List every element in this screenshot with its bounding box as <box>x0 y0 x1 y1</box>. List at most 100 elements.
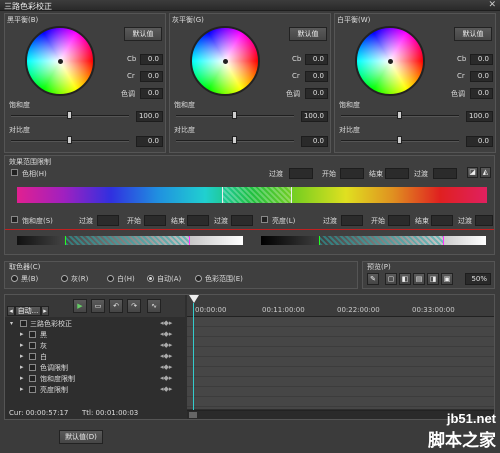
track-keys-icon[interactable]: ◂◆▸ <box>160 352 172 360</box>
saturation-value[interactable]: 100.0 <box>301 111 328 122</box>
picker-radio-2[interactable] <box>107 275 114 282</box>
hue-end-input[interactable] <box>385 168 409 179</box>
saturation-slider-thumb[interactable] <box>397 111 402 119</box>
track-root-checkbox[interactable] <box>20 320 27 327</box>
sat-transition-input[interactable] <box>97 215 119 226</box>
contrast-value[interactable]: 0.0 <box>301 136 328 147</box>
track-expand-icon[interactable]: ▸ <box>20 330 24 338</box>
track-row[interactable]: ▸ 色调限制 ◂◆▸ <box>10 363 190 373</box>
hue-value[interactable]: 0.0 <box>470 88 493 99</box>
track-row[interactable]: ▸ 灰 ◂◆▸ <box>10 341 190 351</box>
preview-mode-1-icon[interactable]: ▢ <box>385 273 397 285</box>
track-left-arrow-icon[interactable]: ◂ <box>7 306 15 316</box>
sat-start-input[interactable] <box>144 215 166 226</box>
luminance-gradient-bar[interactable] <box>261 236 486 245</box>
default-value-button[interactable]: 默认值 <box>124 27 162 41</box>
playhead-marker-icon[interactable] <box>189 295 199 303</box>
preview-mode-4-icon[interactable]: ◨ <box>427 273 439 285</box>
lum-end-input[interactable] <box>431 215 453 226</box>
hue-value[interactable]: 0.0 <box>140 88 163 99</box>
saturation-slider-thumb[interactable] <box>232 111 237 119</box>
hue-checkbox[interactable] <box>11 169 18 176</box>
wheel-center-handle[interactable] <box>223 59 228 64</box>
track-keys-icon[interactable]: ◂◆▸ <box>160 341 172 349</box>
cr-value[interactable]: 0.0 <box>305 71 328 82</box>
timeline-track-area[interactable] <box>187 317 494 409</box>
track-expand-icon[interactable]: ▸ <box>20 341 24 349</box>
track-root-expand-icon[interactable]: ▾ <box>10 320 16 327</box>
cb-value[interactable]: 0.0 <box>305 54 328 65</box>
saturation-value[interactable]: 100.0 <box>466 111 493 122</box>
default-value-button[interactable]: 默认值 <box>289 27 327 41</box>
track-right-arrow-icon[interactable]: ▸ <box>41 306 49 316</box>
contrast-value[interactable]: 0.0 <box>466 136 493 147</box>
track-row[interactable]: ▸ 白 ◂◆▸ <box>10 352 190 362</box>
track-keys-icon[interactable]: ◂◆▸ <box>160 385 172 393</box>
monitor-icon[interactable]: ▭ <box>91 299 105 313</box>
luminance-checkbox[interactable] <box>261 216 268 223</box>
wheel-center-handle[interactable] <box>58 59 63 64</box>
sat-transition2-input[interactable] <box>231 215 253 226</box>
graph-icon[interactable]: ∿ <box>147 299 161 313</box>
track-expand-icon[interactable]: ▸ <box>20 352 24 360</box>
track-expand-icon[interactable]: ▸ <box>20 374 24 382</box>
play-icon[interactable]: ▶ <box>73 299 87 313</box>
saturation-range-selector[interactable] <box>65 236 190 245</box>
wheel-center-handle[interactable] <box>388 59 393 64</box>
mode-icon-b[interactable]: ◭ <box>480 167 491 178</box>
cb-value[interactable]: 0.0 <box>140 54 163 65</box>
saturation-gradient-bar[interactable] <box>17 236 243 245</box>
color-wheel[interactable] <box>25 26 95 96</box>
cb-value[interactable]: 0.0 <box>470 54 493 65</box>
picker-radio-0[interactable] <box>11 275 18 282</box>
contrast-slider-thumb[interactable] <box>232 136 237 144</box>
track-checkbox[interactable] <box>29 342 36 349</box>
color-wheel[interactable] <box>355 26 425 96</box>
preview-mode-3-icon[interactable]: ▤ <box>413 273 425 285</box>
redo-icon[interactable]: ↷ <box>127 299 141 313</box>
timeline-ruler[interactable]: 00:00:00 00:11:00:00 00:22:00:00 00:33:00:0… <box>187 295 494 317</box>
contrast-slider-thumb[interactable] <box>67 136 72 144</box>
track-checkbox[interactable] <box>29 331 36 338</box>
color-wheel[interactable] <box>190 26 260 96</box>
cr-value[interactable]: 0.0 <box>470 71 493 82</box>
cr-value[interactable]: 0.0 <box>140 71 163 82</box>
track-expand-icon[interactable]: ▸ <box>20 363 24 371</box>
hue-start-input[interactable] <box>340 168 364 179</box>
picker-radio-3[interactable] <box>147 275 154 282</box>
lum-start-input[interactable] <box>388 215 410 226</box>
track-row[interactable]: ▸ 亮度限制 ◂◆▸ <box>10 385 190 395</box>
default-value-button[interactable]: 默认值 <box>454 27 492 41</box>
sat-end-input[interactable] <box>187 215 209 226</box>
track-root-row[interactable]: ▾ 三路色彩校正 ◂◆▸ <box>10 319 190 329</box>
track-checkbox[interactable] <box>29 353 36 360</box>
track-checkbox[interactable] <box>29 364 36 371</box>
track-checkbox[interactable] <box>29 375 36 382</box>
track-row[interactable]: ▸ 黑 ◂◆▸ <box>10 330 190 340</box>
preview-mode-2-icon[interactable]: ◧ <box>399 273 411 285</box>
lum-transition2-input[interactable] <box>475 215 493 226</box>
lum-transition-input[interactable] <box>341 215 363 226</box>
scrollbar-thumb[interactable] <box>189 412 197 418</box>
default-button[interactable]: 默认值(D) <box>59 430 103 444</box>
saturation-slider-thumb[interactable] <box>67 111 72 119</box>
track-root-keys-icon[interactable]: ◂◆▸ <box>160 319 172 327</box>
contrast-value[interactable]: 0.0 <box>136 136 163 147</box>
track-keys-icon[interactable]: ◂◆▸ <box>160 330 172 338</box>
saturation-value[interactable]: 100.0 <box>136 111 163 122</box>
picker-radio-4[interactable] <box>195 275 202 282</box>
mode-icon-a[interactable]: ◪ <box>467 167 478 178</box>
hue-transition-input[interactable] <box>289 168 313 179</box>
saturation-checkbox[interactable] <box>11 216 18 223</box>
track-keys-icon[interactable]: ◂◆▸ <box>160 363 172 371</box>
preview-mode-5-icon[interactable]: ▣ <box>441 273 453 285</box>
track-expand-icon[interactable]: ▸ <box>20 385 24 393</box>
preview-zoom-value[interactable]: 50% <box>465 273 491 285</box>
contrast-slider-thumb[interactable] <box>397 136 402 144</box>
hue-transition2-input[interactable] <box>433 168 457 179</box>
luminance-range-selector[interactable] <box>319 236 444 245</box>
close-icon[interactable]: ✕ <box>488 0 496 10</box>
track-select[interactable]: 自动... <box>15 306 41 316</box>
track-row[interactable]: ▸ 饱和度限制 ◂◆▸ <box>10 374 190 384</box>
hue-spectrum-bar[interactable] <box>17 187 487 203</box>
